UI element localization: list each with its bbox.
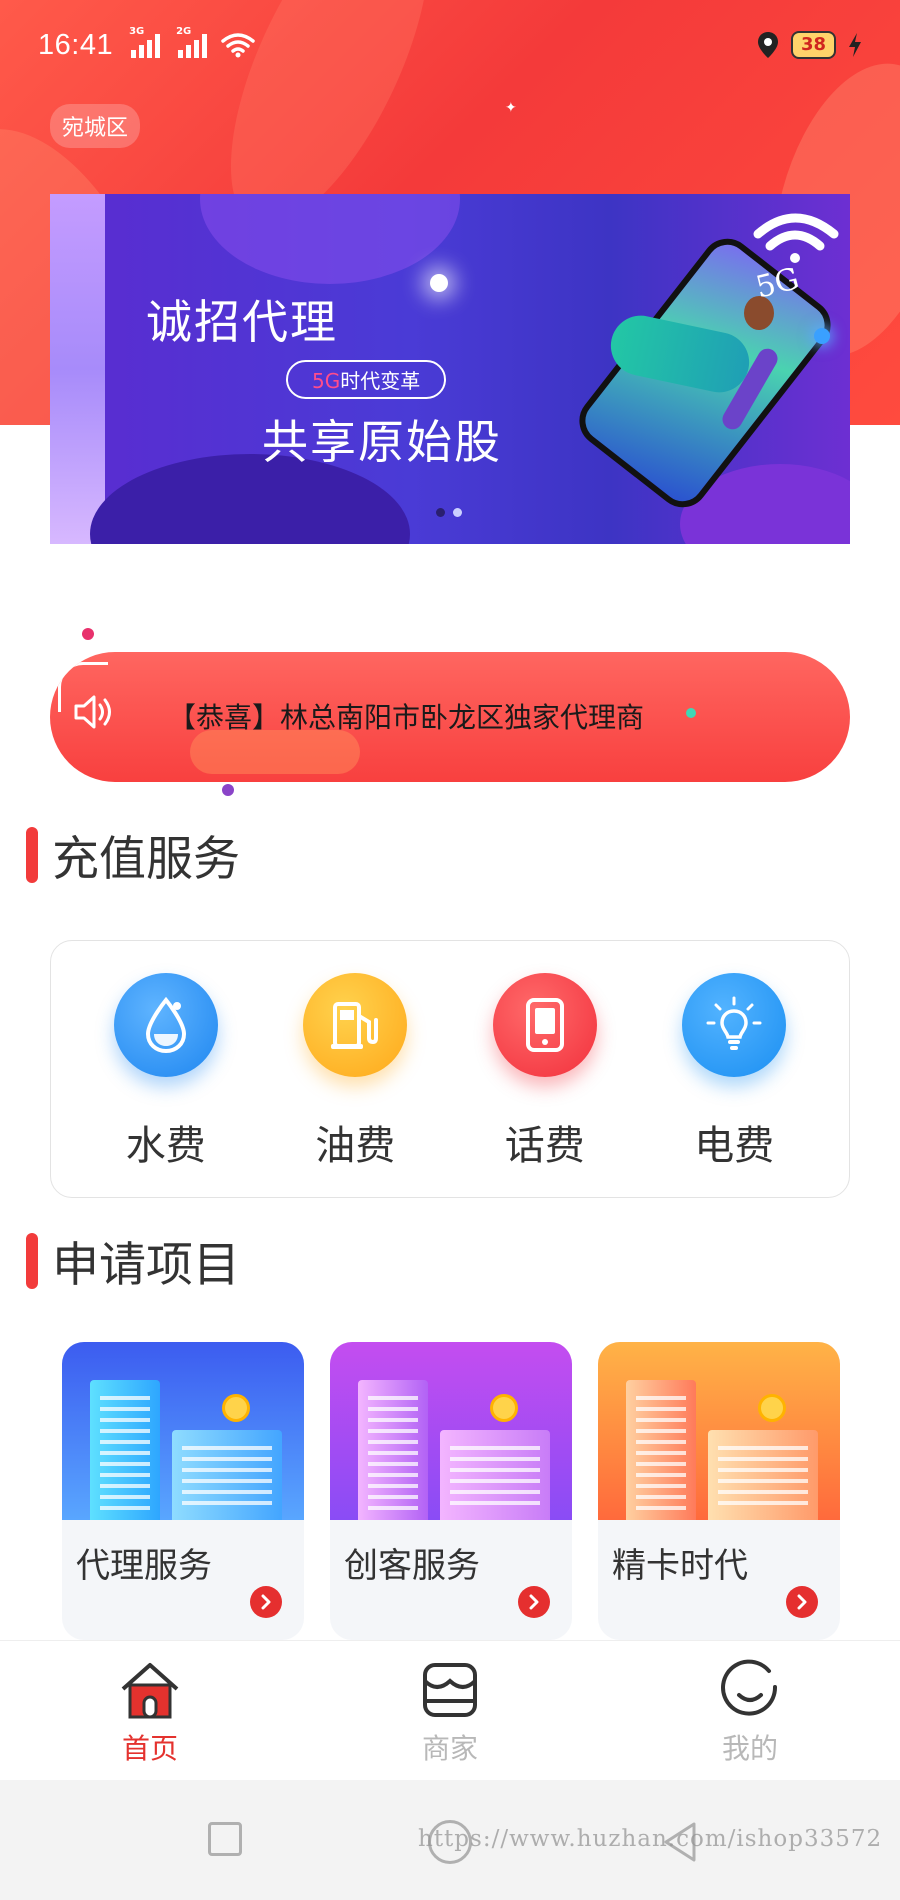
wifi-icon: [753, 213, 839, 263]
store-icon: [423, 1663, 477, 1717]
city-illustration: [330, 1342, 572, 1520]
recharge-section-header: 充值服务: [26, 820, 240, 889]
project-card-maker[interactable]: 创客服务: [330, 1342, 572, 1640]
recharge-services-card: 水费 油费 话费 电费: [50, 940, 850, 1198]
chevron-right-icon[interactable]: [786, 1586, 818, 1618]
service-fuel[interactable]: 油费: [275, 973, 435, 1197]
banner-title: 诚招代理: [146, 295, 338, 349]
system-nav-bar: https://www.huzhan.com/ishop33572: [0, 1780, 900, 1900]
carousel-dots[interactable]: [436, 508, 462, 517]
battery-indicator: 38: [790, 31, 836, 59]
project-list: 代理服务 创客服务 精卡时代: [62, 1342, 842, 1640]
wifi-icon: [221, 33, 255, 58]
tab-home[interactable]: 首页: [0, 1641, 300, 1780]
location-icon: [757, 32, 778, 58]
watermark-text: https://www.huzhan.com/ishop33572: [418, 1826, 883, 1852]
city-illustration: [62, 1342, 304, 1520]
coin-icon: [758, 1394, 786, 1422]
banner-pill: 5G时代变革: [286, 360, 447, 399]
coin-icon: [222, 1394, 250, 1422]
water-drop-icon: [113, 973, 218, 1077]
project-card-card-era[interactable]: 精卡时代: [598, 1342, 840, 1640]
home-icon: [121, 1663, 179, 1719]
speaker-icon: [74, 695, 111, 729]
project-label: 创客服务: [344, 1546, 480, 1586]
sparkle-icon: ✦: [505, 100, 517, 116]
charging-icon: [849, 33, 861, 57]
project-label: 代理服务: [76, 1546, 212, 1586]
recent-apps-button[interactable]: [208, 1822, 242, 1856]
promo-banner[interactable]: 诚招代理 5G时代变革 共享原始股 5G: [50, 194, 850, 544]
service-electricity[interactable]: 电费: [654, 973, 814, 1197]
service-phone[interactable]: 话费: [465, 973, 625, 1197]
bottom-tab-bar: 首页 商家 我的: [0, 1640, 900, 1780]
chevron-right-icon[interactable]: [250, 1586, 282, 1618]
project-card-agent[interactable]: 代理服务: [62, 1342, 304, 1640]
carousel-dot[interactable]: [436, 508, 445, 517]
service-water[interactable]: 水费: [86, 973, 246, 1197]
region-selector[interactable]: 宛城区: [50, 104, 141, 148]
status-bar: 16:41 3G 2G 38: [0, 0, 900, 90]
carousel-dot[interactable]: [453, 508, 462, 517]
light-bulb-icon: [682, 973, 787, 1077]
cell-signal-icon: 3G: [129, 26, 161, 58]
announcement-bar[interactable]: 【恭喜】林总南阳市卧龙区独家代理商: [50, 652, 850, 782]
banner-subtitle: 共享原始股: [262, 415, 502, 469]
profile-icon: [721, 1659, 778, 1716]
projects-section-header: 申请项目: [26, 1226, 240, 1295]
project-label: 精卡时代: [612, 1546, 748, 1586]
cell-signal-icon: 2G: [176, 26, 208, 58]
city-illustration: [598, 1342, 840, 1520]
phone-icon: [492, 973, 597, 1077]
chevron-right-icon[interactable]: [518, 1586, 550, 1618]
status-time: 16:41: [38, 28, 114, 61]
section-title: 充值服务: [52, 832, 240, 887]
announcement-text: 【恭喜】林总南阳市卧龙区独家代理商: [168, 701, 645, 734]
fuel-pump-icon: [303, 973, 408, 1077]
tab-merchant[interactable]: 商家: [300, 1641, 600, 1780]
section-title: 申请项目: [52, 1238, 240, 1293]
coin-icon: [490, 1394, 518, 1422]
tab-profile[interactable]: 我的: [600, 1641, 900, 1780]
